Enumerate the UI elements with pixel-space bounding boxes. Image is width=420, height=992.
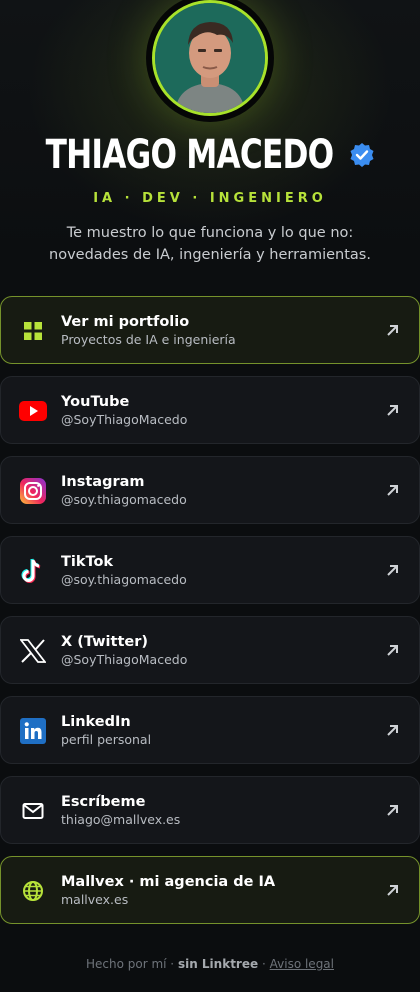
link-title: Escríbeme <box>61 794 146 810</box>
link-title: Instagram <box>61 474 145 490</box>
link-subtitle: thiago@mallvex.es <box>61 812 181 827</box>
link-subtitle: perfil personal <box>61 732 152 747</box>
footer-made-by: Hecho por mí · <box>85 957 175 971</box>
grid-icon <box>19 318 47 344</box>
footer-brand: sin Linktree <box>177 957 259 971</box>
link-instagram[interactable]: Instagram @soy.thiagomacedo <box>0 456 420 524</box>
mail-icon <box>19 798 47 824</box>
tiktok-icon <box>19 558 47 584</box>
youtube-icon <box>19 398 47 424</box>
profile-tagline: IA · DEV · INGENIERO <box>93 191 327 206</box>
footer-separator: · <box>261 957 266 971</box>
x-icon <box>19 638 47 664</box>
arrow-up-right-icon <box>387 405 398 416</box>
arrow-up-right-icon <box>387 485 398 496</box>
link-youtube[interactable]: YouTube @SoyThiagoMacedo <box>0 376 420 444</box>
link-tiktok[interactable]: TikTok @soy.thiagomacedo <box>0 536 420 604</box>
link-email[interactable]: Escríbeme thiago@mallvex.es <box>0 776 420 844</box>
link-subtitle: @soy.thiagomacedo <box>61 572 187 587</box>
arrow-up-right-icon <box>387 325 398 336</box>
footer: Hecho por mí · sin Linktree · Aviso lega… <box>0 957 420 971</box>
link-subtitle: @SoyThiagoMacedo <box>61 652 188 667</box>
link-title: Ver mi portfolio <box>61 314 190 330</box>
link-title: YouTube <box>61 394 130 410</box>
arrow-up-right-icon <box>387 885 398 896</box>
link-title: X (Twitter) <box>61 634 148 650</box>
verified-badge-icon <box>350 143 373 167</box>
profile-page: THIAGO MACEDO IA · DEV · INGENIERO Te mu… <box>0 0 420 992</box>
profile-name: THIAGO MACEDO <box>46 132 335 178</box>
profile-bio: Te muestro lo que funciona y lo que no: … <box>49 225 371 263</box>
arrow-up-right-icon <box>387 645 398 656</box>
link-mallvex[interactable]: Mallvex · mi agencia de IA mallvex.es <box>0 856 420 924</box>
legal-notice-link[interactable]: Aviso legal <box>270 957 334 971</box>
link-subtitle: mallvex.es <box>61 892 129 907</box>
instagram-icon <box>19 478 47 504</box>
arrow-up-right-icon <box>387 805 398 816</box>
arrow-up-right-icon <box>387 725 398 736</box>
avatar-frame <box>146 0 274 122</box>
arrow-up-right-icon <box>387 565 398 576</box>
link-subtitle: @soy.thiagomacedo <box>61 492 187 507</box>
link-title: TikTok <box>61 554 114 570</box>
link-linkedin[interactable]: LinkedIn perfil personal <box>0 696 420 764</box>
link-subtitle: Proyectos de IA e ingeniería <box>61 332 236 347</box>
link-title: Mallvex · mi agencia de IA <box>61 874 276 890</box>
avatar <box>152 0 268 116</box>
avatar-portrait <box>155 3 265 113</box>
globe-icon <box>19 878 47 904</box>
name-row: THIAGO MACEDO <box>0 132 420 178</box>
link-x-twitter[interactable]: X (Twitter) @SoyThiagoMacedo <box>0 616 420 684</box>
link-portfolio[interactable]: Ver mi portfolio Proyectos de IA e ingen… <box>0 296 420 364</box>
linkedin-icon <box>19 718 47 744</box>
link-subtitle: @SoyThiagoMacedo <box>61 412 188 427</box>
link-title: LinkedIn <box>61 714 131 730</box>
